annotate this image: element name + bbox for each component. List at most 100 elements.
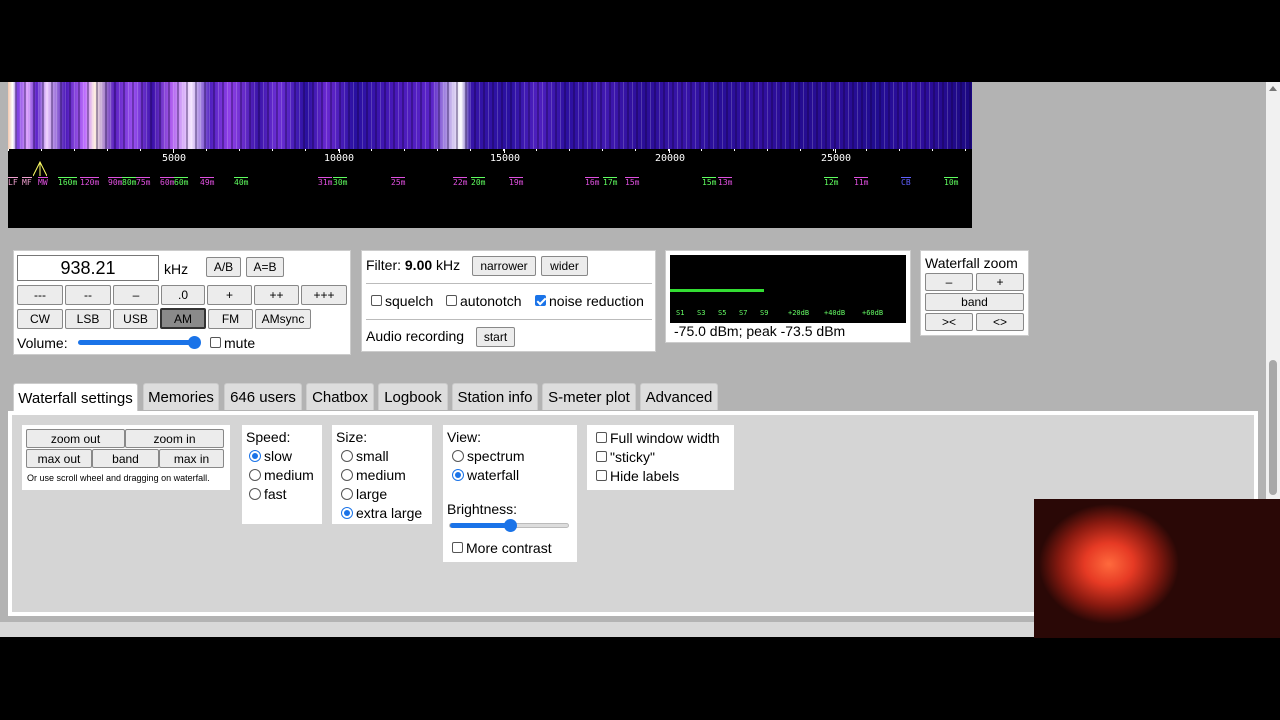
tab-waterfall-settings[interactable]: Waterfall settings: [13, 383, 138, 412]
band-label[interactable]: 60m: [160, 177, 175, 187]
band-label[interactable]: 160m: [58, 177, 78, 187]
minor-tick: [338, 149, 339, 151]
mode-am-button[interactable]: AM: [160, 308, 206, 329]
brightness-slider-thumb[interactable]: [504, 519, 517, 532]
band-label[interactable]: 90m: [108, 177, 123, 187]
band-label[interactable]: 12m: [824, 177, 839, 187]
minor-tick: [404, 149, 405, 151]
band-label[interactable]: 22m: [453, 177, 468, 187]
autonotch-checkbox[interactable]: [446, 295, 457, 306]
zoom-minus-button[interactable]: –: [925, 273, 973, 291]
step-down-small-button[interactable]: –: [113, 285, 159, 305]
tab-users[interactable]: 646 users: [224, 383, 302, 410]
brightness-slider[interactable]: [449, 519, 569, 532]
mode-amsync-button[interactable]: AMsync: [255, 309, 311, 329]
size-large-radio[interactable]: [341, 488, 353, 500]
band-label[interactable]: 49m: [200, 177, 215, 187]
hide-labels-checkbox[interactable]: [596, 470, 607, 481]
waterfall-display[interactable]: [8, 82, 972, 149]
max-out-button[interactable]: max out: [26, 449, 92, 468]
size-small-radio[interactable]: [341, 450, 353, 462]
band-label[interactable]: 19m: [509, 177, 524, 187]
zoom-controls-box: zoom out zoom in max out band max in Or …: [22, 425, 230, 490]
size-medium-label: medium: [356, 467, 406, 483]
speed-fast-radio[interactable]: [249, 488, 261, 500]
band-label[interactable]: 16m: [585, 177, 600, 187]
waterfall-area[interactable]: 5000 10000 15000 20000 25000 LF MF MW 160m 1…: [8, 82, 972, 228]
band-label[interactable]: LF: [8, 177, 18, 187]
tab-advanced[interactable]: Advanced: [640, 383, 718, 410]
speed-medium-radio[interactable]: [249, 469, 261, 481]
squelch-checkbox[interactable]: [371, 295, 382, 306]
zoom-in-max-button[interactable]: <>: [976, 313, 1024, 331]
view-label: View:: [447, 429, 481, 445]
volume-slider[interactable]: [78, 336, 201, 349]
band-label[interactable]: 31m: [318, 177, 333, 187]
tab-chatbox[interactable]: Chatbox: [306, 383, 374, 410]
zoom-in-button[interactable]: zoom in: [125, 429, 224, 448]
ab-button[interactable]: A/B: [206, 257, 241, 277]
size-medium-radio[interactable]: [341, 469, 353, 481]
mute-checkbox[interactable]: [210, 337, 221, 348]
step-up-large-button[interactable]: +++: [301, 285, 347, 305]
minor-tick: [569, 149, 570, 151]
mode-cw-button[interactable]: CW: [17, 309, 63, 329]
mode-lsb-button[interactable]: LSB: [65, 309, 111, 329]
band-label[interactable]: 120m: [80, 177, 100, 187]
step-up-small-button[interactable]: +: [207, 285, 252, 305]
band-label[interactable]: 25m: [391, 177, 406, 187]
s-meter-scale-label: S7: [739, 309, 748, 317]
band-label[interactable]: 30m: [333, 177, 348, 187]
zoom-band-button[interactable]: band: [925, 293, 1024, 311]
max-in-button[interactable]: max in: [159, 449, 224, 468]
recording-start-button[interactable]: start: [476, 327, 515, 347]
band-label[interactable]: MW: [38, 177, 48, 187]
tuning-marker-icon[interactable]: [33, 161, 47, 177]
band-label[interactable]: MF: [22, 177, 32, 187]
sticky-checkbox[interactable]: [596, 451, 607, 462]
narrower-button[interactable]: narrower: [472, 256, 536, 276]
volume-slider-thumb[interactable]: [188, 336, 201, 349]
band-label[interactable]: 15m: [702, 177, 717, 187]
scrollbar-thumb[interactable]: [1269, 360, 1277, 495]
mode-fm-button[interactable]: FM: [208, 309, 253, 329]
band-label[interactable]: CB: [901, 177, 911, 187]
frequency-input[interactable]: 938.21: [17, 255, 159, 281]
band-label[interactable]: 80m: [122, 177, 137, 187]
a-equals-b-button[interactable]: A=B: [246, 257, 284, 277]
zoom-out-button[interactable]: zoom out: [26, 429, 125, 448]
band-label[interactable]: 60m: [174, 177, 189, 187]
round-frequency-button[interactable]: .0: [161, 285, 205, 305]
band-label[interactable]: 20m: [471, 177, 486, 187]
wider-button[interactable]: wider: [541, 256, 588, 276]
s-meter-display: S1 S3 S5 S7 S9 +20dB +40dB +60dB: [670, 255, 906, 323]
band-label[interactable]: 11m: [854, 177, 869, 187]
band-label[interactable]: 17m: [603, 177, 618, 187]
tab-station-info[interactable]: Station info: [452, 383, 538, 410]
scroll-up-arrow-icon[interactable]: [1269, 86, 1277, 91]
tab-logbook[interactable]: Logbook: [378, 383, 448, 410]
speed-slow-radio[interactable]: [249, 450, 261, 462]
frequency-scale[interactable]: 5000 10000 15000 20000 25000 LF MF MW 160m 1…: [8, 149, 972, 228]
zoom-plus-button[interactable]: +: [976, 273, 1024, 291]
band-label[interactable]: 13m: [718, 177, 733, 187]
view-waterfall-radio[interactable]: [452, 469, 464, 481]
step-down-medium-button[interactable]: --: [65, 285, 111, 305]
more-contrast-checkbox[interactable]: [452, 542, 463, 553]
step-down-large-button[interactable]: ---: [17, 285, 63, 305]
mode-usb-button[interactable]: USB: [113, 309, 158, 329]
band-label[interactable]: 75m: [136, 177, 151, 187]
band-label[interactable]: 40m: [234, 177, 249, 187]
step-up-medium-button[interactable]: ++: [254, 285, 299, 305]
tab-memories[interactable]: Memories: [143, 383, 219, 410]
band-label[interactable]: 15m: [625, 177, 640, 187]
tab-s-meter-plot[interactable]: S-meter plot: [542, 383, 636, 410]
band-label[interactable]: 10m: [944, 177, 959, 187]
band-button[interactable]: band: [92, 449, 159, 468]
size-extra-large-radio[interactable]: [341, 507, 353, 519]
minor-tick: [272, 149, 273, 151]
noise-reduction-checkbox[interactable]: [535, 295, 546, 306]
view-spectrum-radio[interactable]: [452, 450, 464, 462]
full-window-width-checkbox[interactable]: [596, 432, 607, 443]
zoom-out-max-button[interactable]: ><: [925, 313, 973, 331]
